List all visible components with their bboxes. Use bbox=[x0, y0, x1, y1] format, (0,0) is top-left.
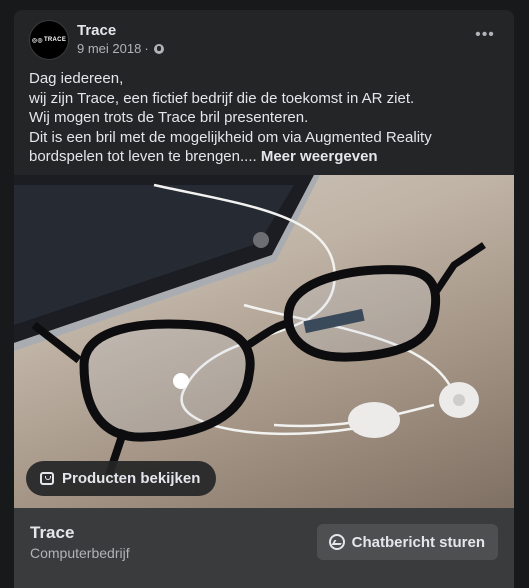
post-text-line: Dag iedereen, bbox=[29, 70, 124, 87]
post-photo[interactable]: Producten bekijken bbox=[14, 175, 514, 508]
globe-icon[interactable] bbox=[153, 43, 164, 54]
post-card: ◎◎ TRACE Trace 9 mei 2018 · ••• Dag iede… bbox=[14, 10, 514, 588]
post-date[interactable]: 9 mei 2018 bbox=[77, 41, 141, 56]
messenger-icon bbox=[328, 534, 345, 550]
post-text-line: Wij mogen trots de Trace bril presentere… bbox=[29, 109, 309, 127]
page-footer: Trace Computerbedrijf Chatbericht sturen bbox=[14, 508, 514, 588]
avatar-logo-text: TRACE bbox=[43, 37, 67, 43]
view-products-button[interactable]: Producten bekijken bbox=[26, 461, 217, 496]
post-meta: 9 mei 2018 · bbox=[77, 41, 164, 56]
shopping-bag-icon bbox=[40, 472, 54, 485]
page-name[interactable]: Trace bbox=[77, 22, 116, 39]
meta-separator: · bbox=[144, 41, 149, 56]
footer-page-name[interactable]: Trace bbox=[30, 523, 74, 543]
post-text-line-end: bordspelen tot leven te brengen.... bbox=[29, 148, 257, 166]
glasses-icon: ◎◎ bbox=[31, 37, 43, 44]
footer-category: Computerbedrijf bbox=[30, 545, 130, 561]
post-text: Dag iedereen, wij zijn Trace, een fictie… bbox=[29, 69, 504, 167]
view-products-label: Producten bekijken bbox=[62, 470, 201, 487]
post-text-line: Dit is een bril met de mogelijkheid om v… bbox=[29, 128, 432, 146]
see-more-link[interactable]: Meer weergeven bbox=[261, 148, 378, 165]
more-options-icon[interactable]: ••• bbox=[471, 26, 499, 44]
send-message-button[interactable]: Chatbericht sturen bbox=[316, 524, 498, 560]
post-text-line: bordspelen tot leven te brengen.... Meer… bbox=[29, 147, 504, 167]
post-header: ◎◎ TRACE Trace 9 mei 2018 · ••• bbox=[29, 20, 499, 64]
post-text-line: wij zijn Trace, een fictief bedrijf die … bbox=[29, 89, 415, 107]
avatar[interactable]: ◎◎ TRACE bbox=[29, 20, 69, 60]
send-message-label: Chatbericht sturen bbox=[351, 533, 485, 551]
glasses-photo-illustration bbox=[14, 175, 486, 477]
